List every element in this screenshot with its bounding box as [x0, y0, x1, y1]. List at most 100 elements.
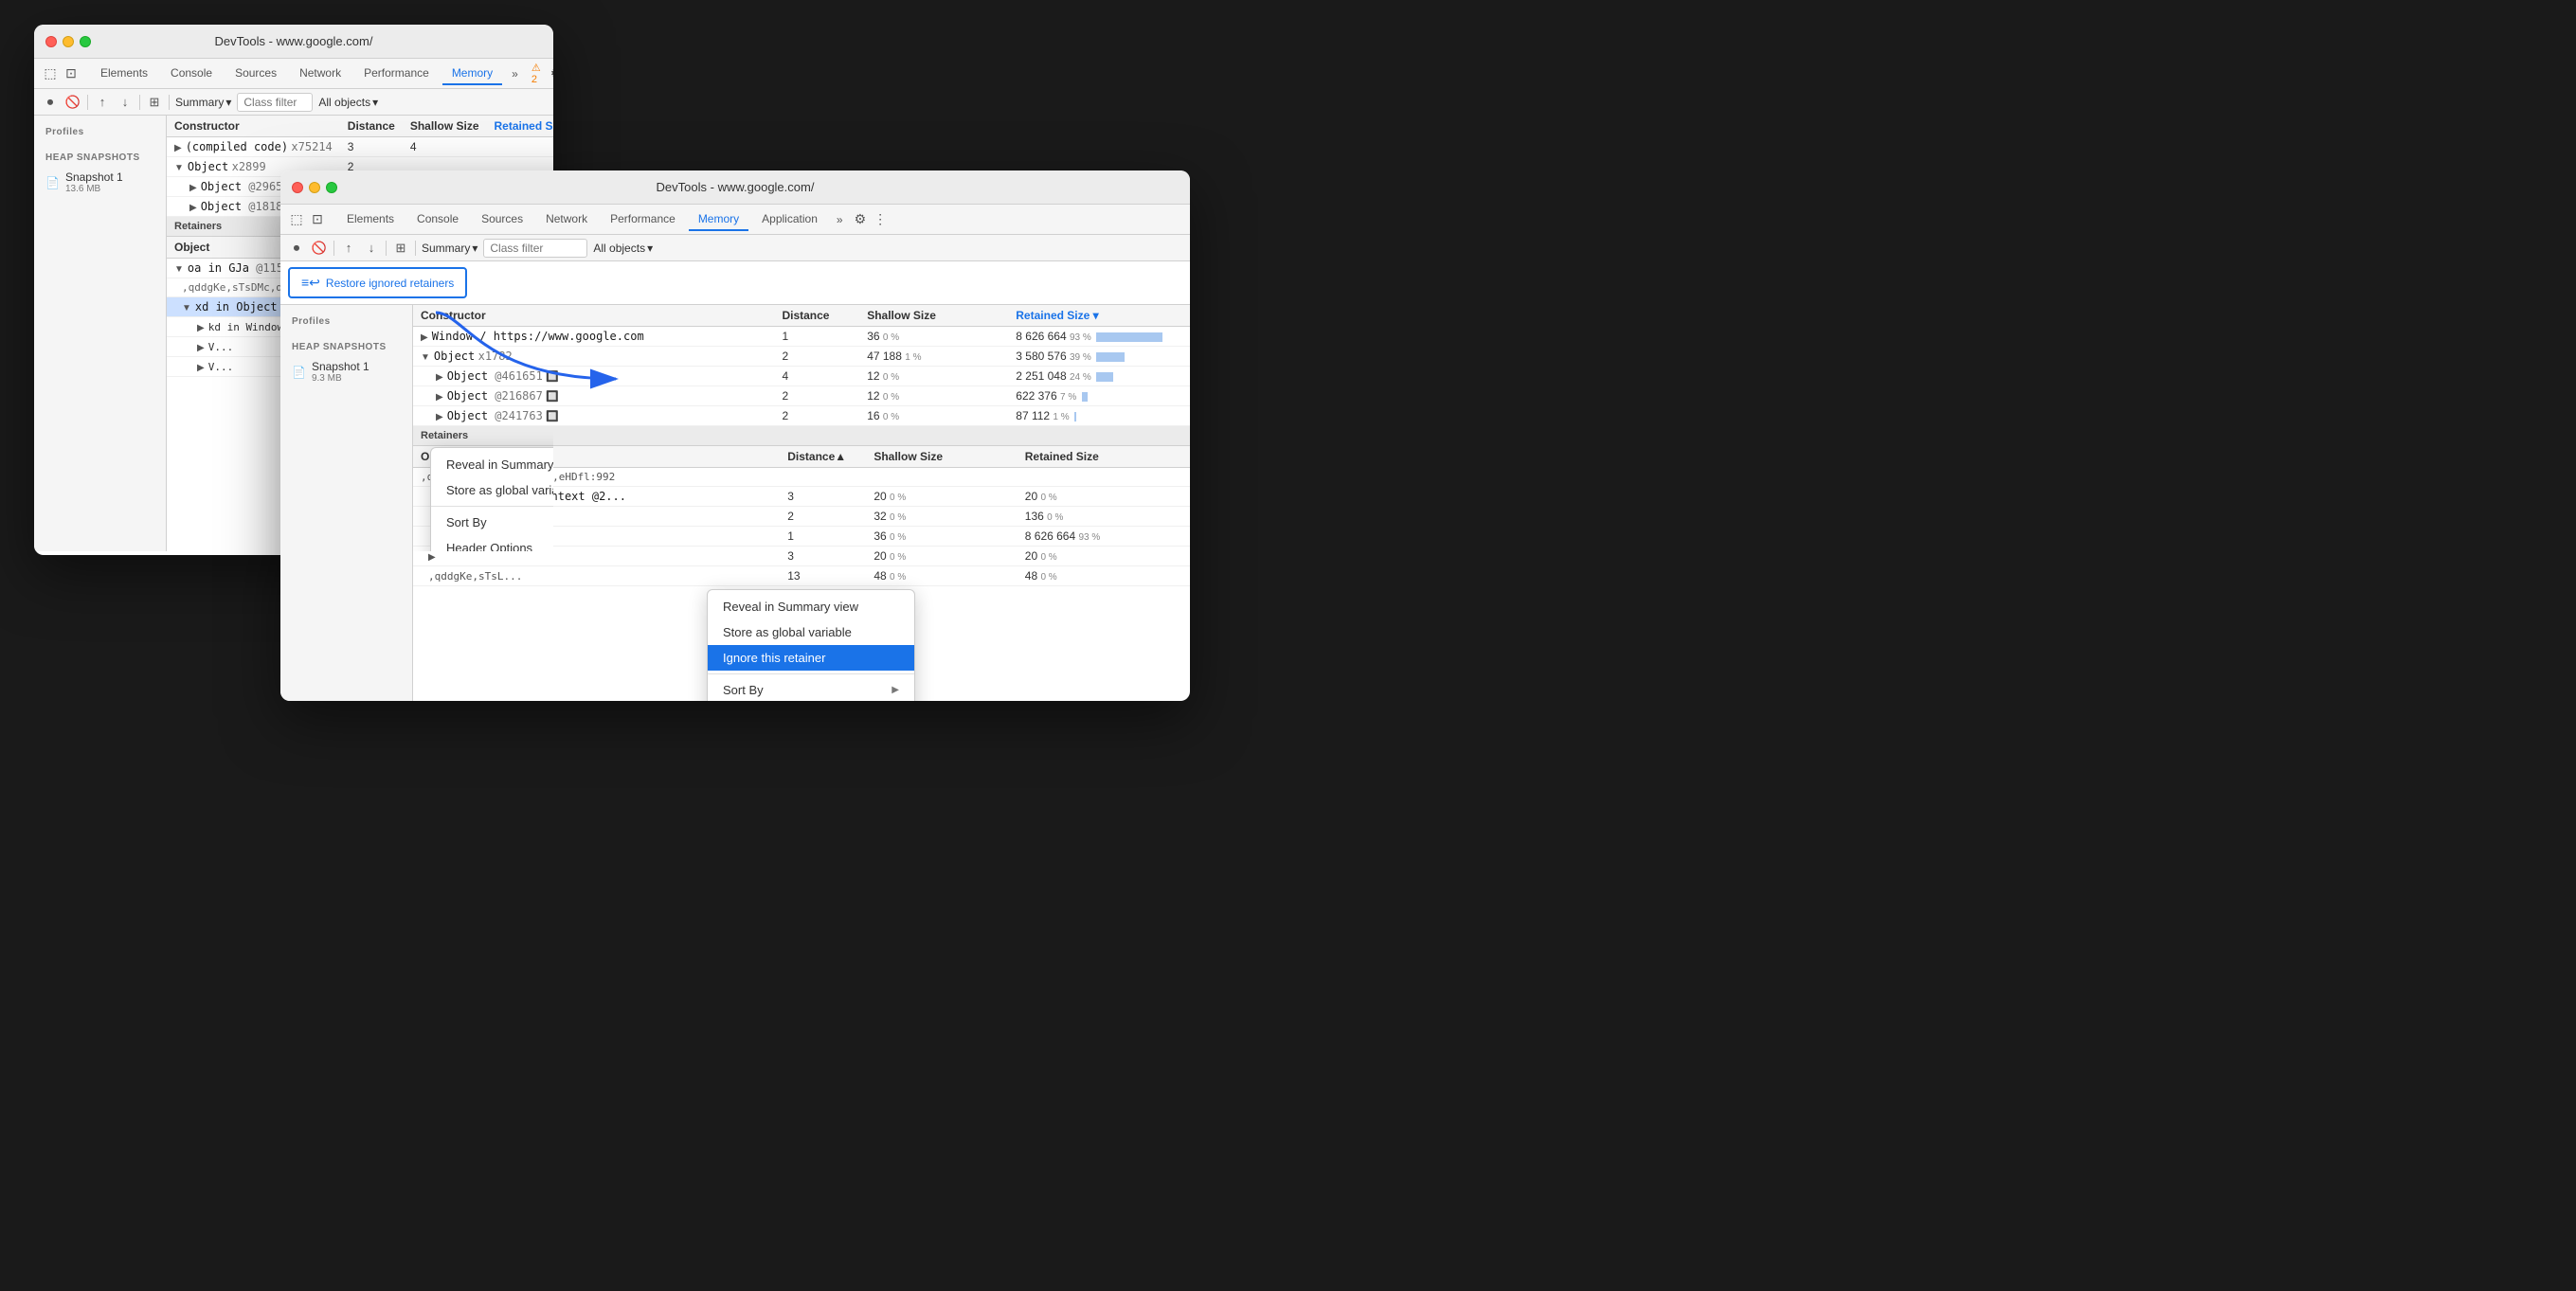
- tab-memory-2[interactable]: Memory: [689, 208, 748, 231]
- inspector-icon-1[interactable]: ⬚: [42, 65, 59, 82]
- col-shallow-2[interactable]: Shallow Size: [859, 305, 1008, 327]
- table-row[interactable]: ▶Object @461651 🔲 4 12 0 % 2 251 048 24 …: [413, 367, 1190, 386]
- maximize-button-2[interactable]: [326, 182, 337, 193]
- tab-performance-2[interactable]: Performance: [601, 208, 685, 231]
- tab-console-1[interactable]: Console: [161, 63, 222, 85]
- restore-banner-container: ≡↩ Restore ignored retainers: [280, 261, 1190, 305]
- col-constructor-2[interactable]: Constructor: [413, 305, 774, 327]
- tab-application-2[interactable]: Application: [752, 208, 827, 231]
- ret-col-shallow-2[interactable]: Shallow Size: [866, 446, 1017, 468]
- ctx-header-1[interactable]: Header Options ▶: [431, 535, 553, 551]
- context-menu-1: Reveal in Summary view Store as global v…: [430, 447, 553, 551]
- col-distance-2[interactable]: Distance: [774, 305, 859, 327]
- clear-icon-1[interactable]: 🚫: [64, 94, 81, 111]
- settings-icon-1[interactable]: ⚙: [549, 63, 553, 83]
- snapshot1-item-2[interactable]: 📄 Snapshot 1 9.3 MB: [280, 356, 412, 387]
- table-row[interactable]: ▼Object x1782 2 47 188 1 % 3 580 576 39 …: [413, 347, 1190, 367]
- upload-icon-1[interactable]: ↑: [94, 94, 111, 111]
- more-options-icon-2[interactable]: ⋮: [872, 209, 889, 229]
- devtools-window-2: DevTools - www.google.com/ ⬚ ⊡ Elements …: [280, 170, 1190, 701]
- ret-col-retained-2[interactable]: Retained Size: [1018, 446, 1190, 468]
- tab-network-2[interactable]: Network: [536, 208, 597, 231]
- download-icon-1[interactable]: ↓: [117, 94, 134, 111]
- col-distance-1[interactable]: Distance: [340, 116, 403, 137]
- window-title-2: DevTools - www.google.com/: [657, 180, 815, 194]
- tab-console-2[interactable]: Console: [407, 208, 468, 231]
- ctx-store-label-2: Store as global variable: [723, 625, 852, 639]
- col-retained-2[interactable]: Retained Size ▾: [1008, 305, 1190, 327]
- close-button-2[interactable]: [292, 182, 303, 193]
- close-button-1[interactable]: [45, 36, 57, 47]
- ctx-store-1[interactable]: Store as global variable: [431, 477, 553, 503]
- objects-arrow-2: ▾: [647, 242, 653, 255]
- ctx-store-label-1: Store as global variable: [446, 483, 553, 497]
- restore-ignored-retainers-button[interactable]: ≡↩ Restore ignored retainers: [288, 267, 467, 298]
- upload-icon-2[interactable]: ↑: [340, 240, 357, 257]
- view-select-1[interactable]: Summary ▾: [175, 96, 231, 109]
- maximize-button-1[interactable]: [80, 36, 91, 47]
- inspector-icon-2[interactable]: ⬚: [288, 211, 305, 228]
- tab-memory-1[interactable]: Memory: [442, 63, 502, 85]
- snapshot1-item-1[interactable]: 📄 Snapshot 1 13.6 MB: [34, 167, 166, 198]
- ctx-reveal-1[interactable]: Reveal in Summary view: [431, 452, 553, 477]
- heap-snapshots-label-2: HEAP SNAPSHOTS: [280, 338, 412, 356]
- minimize-button-1[interactable]: [63, 36, 74, 47]
- titlebar-2: DevTools - www.google.com/: [280, 170, 1190, 205]
- class-filter-input-2[interactable]: [483, 239, 587, 258]
- tab-network-1[interactable]: Network: [290, 63, 351, 85]
- minimize-button-2[interactable]: [309, 182, 320, 193]
- clear-icon-2[interactable]: 🚫: [311, 240, 328, 257]
- tab-elements-1[interactable]: Elements: [91, 63, 157, 85]
- objects-select-2[interactable]: All objects ▾: [593, 242, 653, 255]
- collect-icon-2[interactable]: ⊞: [392, 240, 409, 257]
- ctx-reveal-2[interactable]: Reveal in Summary view: [708, 594, 914, 619]
- table-row[interactable]: ▶Object @216867 🔲 2 12 0 % 622 376 7 %: [413, 386, 1190, 406]
- objects-label-1: All objects: [318, 96, 370, 109]
- more-tabs-icon-2[interactable]: »: [831, 209, 849, 230]
- device-icon-1[interactable]: ⊡: [63, 65, 80, 82]
- snapshot1-name-2: Snapshot 1: [312, 360, 369, 373]
- table-row[interactable]: ▶(compiled code) x75214 3 4: [167, 137, 553, 157]
- titlebar-1: DevTools - www.google.com/: [34, 25, 553, 59]
- profiles-label-1: Profiles: [34, 123, 166, 141]
- collect-icon-1[interactable]: ⊞: [146, 94, 163, 111]
- tab-sources-2[interactable]: Sources: [472, 208, 532, 231]
- tab-elements-2[interactable]: Elements: [337, 208, 404, 231]
- col-retained-1[interactable]: Retained Size ▾: [487, 116, 554, 137]
- view-select-label-2: Summary: [422, 242, 470, 255]
- restore-icon: ≡↩: [301, 275, 320, 291]
- ctx-sortby-1[interactable]: Sort By ▶: [431, 510, 553, 535]
- ctx-ignore-label-2: Ignore this retainer: [723, 651, 825, 665]
- traffic-lights-1: [45, 36, 91, 47]
- table-row[interactable]: ▶Window / https://www.google.com 1 36 0 …: [413, 327, 1190, 347]
- nav-bar-1: ⬚ ⊡ Elements Console Sources Network Per…: [34, 59, 553, 89]
- record-icon-2[interactable]: ⏺: [288, 240, 305, 257]
- record-icon-1[interactable]: ⏺: [42, 94, 59, 111]
- heap-snapshots-label-1: HEAP SNAPSHOTS: [34, 149, 166, 167]
- snapshot-icon-2: 📄: [292, 366, 306, 379]
- table-row[interactable]: ,qddgKe,sTsL... 13 48 0 % 48 0 %: [413, 566, 1190, 586]
- col-constructor-1[interactable]: Constructor: [167, 116, 340, 137]
- ret-col-distance-2[interactable]: Distance▲: [780, 446, 866, 468]
- class-filter-input-1[interactable]: [237, 93, 313, 112]
- table-row[interactable]: ▶Object @241763 🔲 2 16 0 % 87 112 1 %: [413, 406, 1190, 426]
- tab-sources-1[interactable]: Sources: [225, 63, 286, 85]
- objects-label-2: All objects: [593, 242, 645, 255]
- col-shallow-1[interactable]: Shallow Size: [403, 116, 487, 137]
- device-icon-2[interactable]: ⊡: [309, 211, 326, 228]
- tab-performance-1[interactable]: Performance: [354, 63, 439, 85]
- settings-icon-2[interactable]: ⚙: [853, 209, 869, 229]
- sep-1: [87, 95, 88, 110]
- more-tabs-icon-1[interactable]: »: [506, 63, 524, 84]
- sep-2: [139, 95, 140, 110]
- retainers-header-2: Retainers: [413, 426, 1190, 446]
- view-select-2[interactable]: Summary ▾: [422, 242, 477, 255]
- ctx-sortby-2[interactable]: Sort By ▶: [708, 677, 914, 701]
- ctx-ignore-2[interactable]: Ignore this retainer: [708, 645, 914, 671]
- ctx-store-2[interactable]: Store as global variable: [708, 619, 914, 645]
- objects-select-1[interactable]: All objects ▾: [318, 96, 378, 109]
- submenu-arrow-sortby-2: ▶: [892, 685, 899, 695]
- download-icon-2[interactable]: ↓: [363, 240, 380, 257]
- nav-bar-2: ⬚ ⊡ Elements Console Sources Network Per…: [280, 205, 1190, 235]
- sidebar-1: Profiles HEAP SNAPSHOTS 📄 Snapshot 1 13.…: [34, 116, 167, 551]
